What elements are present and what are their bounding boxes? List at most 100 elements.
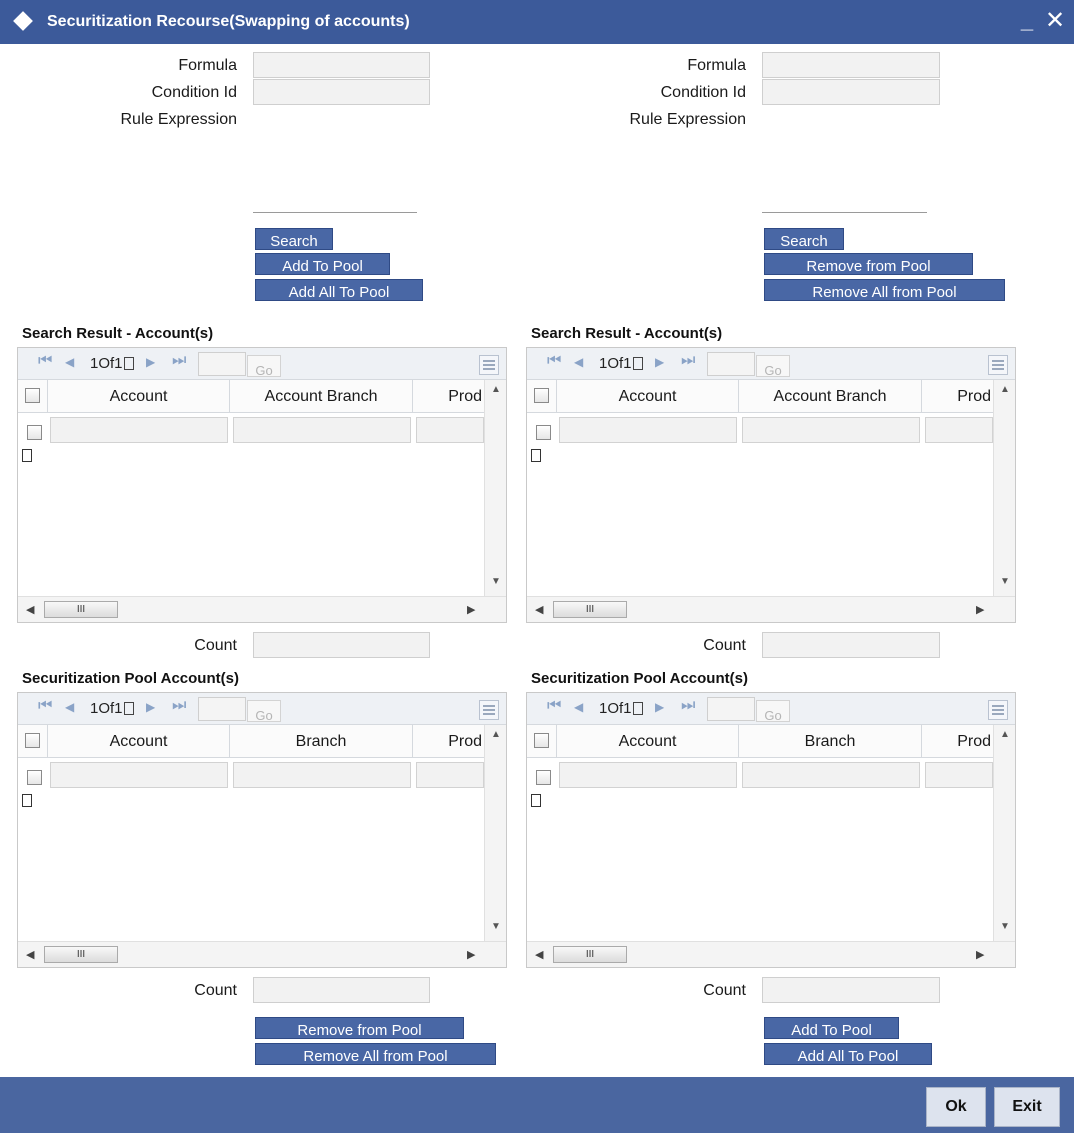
next-page-icon[interactable]: ▶ xyxy=(146,700,155,714)
row-checkbox[interactable] xyxy=(536,770,551,785)
column-header-prod[interactable]: Prod xyxy=(922,380,993,413)
rule-expression-field-left[interactable] xyxy=(253,212,417,213)
row-checkbox[interactable] xyxy=(27,425,42,440)
row-cell-prod[interactable] xyxy=(416,762,484,788)
search-button-left[interactable]: Search xyxy=(255,228,333,250)
page-number-input[interactable] xyxy=(707,352,755,376)
horizontal-scrollbar[interactable]: ◀ III ▶ xyxy=(527,596,1015,622)
scroll-left-icon[interactable]: ◀ xyxy=(26,603,34,616)
last-page-icon[interactable]: ⏭ xyxy=(172,697,186,715)
row-cell-account[interactable] xyxy=(559,762,737,788)
vertical-scrollbar[interactable]: ▲ ▼ xyxy=(484,380,506,596)
remove-all-from-pool-button-left[interactable]: Remove All from Pool xyxy=(255,1043,496,1065)
row-checkbox[interactable] xyxy=(536,425,551,440)
go-button[interactable]: Go xyxy=(756,700,790,723)
grid-options-icon[interactable] xyxy=(479,355,499,375)
remove-from-pool-button-left[interactable]: Remove from Pool xyxy=(255,1017,464,1039)
first-page-icon[interactable]: ⏮ xyxy=(38,697,52,715)
add-to-pool-button-left[interactable]: Add To Pool xyxy=(255,253,390,275)
search-button-right[interactable]: Search xyxy=(764,228,844,250)
vertical-scrollbar[interactable]: ▲ ▼ xyxy=(993,380,1015,596)
last-page-icon[interactable]: ⏭ xyxy=(681,697,695,715)
next-page-icon[interactable]: ▶ xyxy=(146,355,155,369)
page-number-input[interactable] xyxy=(707,697,755,721)
rule-expression-field-right[interactable] xyxy=(762,212,927,213)
scroll-down-icon[interactable]: ▼ xyxy=(1000,576,1010,587)
scroll-up-icon[interactable]: ▲ xyxy=(1000,384,1010,395)
go-button[interactable]: Go xyxy=(247,355,281,378)
column-header-account[interactable]: Account xyxy=(557,725,739,758)
scroll-right-icon[interactable]: ▶ xyxy=(467,603,475,616)
row-cell-branch[interactable] xyxy=(742,762,920,788)
scroll-down-icon[interactable]: ▼ xyxy=(1000,921,1010,932)
row-checkbox[interactable] xyxy=(27,770,42,785)
row-cell-prod[interactable] xyxy=(925,762,993,788)
add-all-to-pool-button-left[interactable]: Add All To Pool xyxy=(255,279,423,301)
go-button[interactable]: Go xyxy=(247,700,281,723)
first-page-icon[interactable]: ⏮ xyxy=(547,352,561,370)
ok-button[interactable]: Ok xyxy=(926,1087,986,1127)
condition-id-input-right[interactable] xyxy=(762,79,940,105)
first-page-icon[interactable]: ⏮ xyxy=(547,697,561,715)
scroll-thumb[interactable]: III xyxy=(553,946,627,963)
prev-page-icon[interactable]: ◀ xyxy=(65,355,74,369)
scroll-down-icon[interactable]: ▼ xyxy=(491,576,501,587)
grid-options-icon[interactable] xyxy=(479,700,499,720)
count-input-left[interactable] xyxy=(253,632,430,658)
condition-id-input-left[interactable] xyxy=(253,79,430,105)
column-header-account-branch[interactable]: Account Branch xyxy=(230,380,413,413)
vertical-scrollbar[interactable]: ▲ ▼ xyxy=(484,725,506,941)
scroll-up-icon[interactable]: ▲ xyxy=(491,729,501,740)
column-header-prod[interactable]: Prod xyxy=(413,725,484,758)
column-header-branch[interactable]: Branch xyxy=(739,725,922,758)
scroll-thumb[interactable]: III xyxy=(44,946,118,963)
column-header-branch[interactable]: Branch xyxy=(230,725,413,758)
prev-page-icon[interactable]: ◀ xyxy=(574,700,583,714)
next-page-icon[interactable]: ▶ xyxy=(655,700,664,714)
row-cell-prod[interactable] xyxy=(416,417,484,443)
row-cell-account[interactable] xyxy=(559,417,737,443)
scroll-right-icon[interactable]: ▶ xyxy=(467,948,475,961)
scroll-left-icon[interactable]: ◀ xyxy=(535,948,543,961)
pool-count-input-right[interactable] xyxy=(762,977,940,1003)
scroll-up-icon[interactable]: ▲ xyxy=(1000,729,1010,740)
select-all-checkbox[interactable] xyxy=(25,733,40,748)
prev-page-icon[interactable]: ◀ xyxy=(574,355,583,369)
page-number-input[interactable] xyxy=(198,352,246,376)
add-all-to-pool-button-right[interactable]: Add All To Pool xyxy=(764,1043,932,1065)
horizontal-scrollbar[interactable]: ◀ III ▶ xyxy=(527,941,1015,967)
scroll-thumb[interactable]: III xyxy=(44,601,118,618)
scroll-up-icon[interactable]: ▲ xyxy=(491,384,501,395)
select-all-checkbox[interactable] xyxy=(25,388,40,403)
scroll-down-icon[interactable]: ▼ xyxy=(491,921,501,932)
add-to-pool-button-right[interactable]: Add To Pool xyxy=(764,1017,899,1039)
vertical-scrollbar[interactable]: ▲ ▼ xyxy=(993,725,1015,941)
formula-input-right[interactable] xyxy=(762,52,940,78)
scroll-right-icon[interactable]: ▶ xyxy=(976,948,984,961)
minimize-button[interactable]: _ xyxy=(1017,8,1037,34)
row-cell-branch[interactable] xyxy=(233,762,411,788)
column-header-prod[interactable]: Prod xyxy=(413,380,484,413)
grid-options-icon[interactable] xyxy=(988,700,1008,720)
exit-button[interactable]: Exit xyxy=(994,1087,1060,1127)
scroll-thumb[interactable]: III xyxy=(553,601,627,618)
last-page-icon[interactable]: ⏭ xyxy=(681,352,695,370)
scroll-left-icon[interactable]: ◀ xyxy=(535,603,543,616)
column-header-account-branch[interactable]: Account Branch xyxy=(739,380,922,413)
formula-input-left[interactable] xyxy=(253,52,430,78)
prev-page-icon[interactable]: ◀ xyxy=(65,700,74,714)
column-header-account[interactable]: Account xyxy=(48,725,230,758)
row-cell-branch[interactable] xyxy=(233,417,411,443)
grid-options-icon[interactable] xyxy=(988,355,1008,375)
column-header-account[interactable]: Account xyxy=(557,380,739,413)
last-page-icon[interactable]: ⏭ xyxy=(172,352,186,370)
horizontal-scrollbar[interactable]: ◀ III ▶ xyxy=(18,596,506,622)
count-input-right[interactable] xyxy=(762,632,940,658)
remove-all-from-pool-button-right[interactable]: Remove All from Pool xyxy=(764,279,1005,301)
close-button[interactable]: ✕ xyxy=(1043,8,1067,34)
go-button[interactable]: Go xyxy=(756,355,790,378)
remove-from-pool-button-right[interactable]: Remove from Pool xyxy=(764,253,973,275)
scroll-left-icon[interactable]: ◀ xyxy=(26,948,34,961)
row-cell-account[interactable] xyxy=(50,762,228,788)
row-cell-account[interactable] xyxy=(50,417,228,443)
